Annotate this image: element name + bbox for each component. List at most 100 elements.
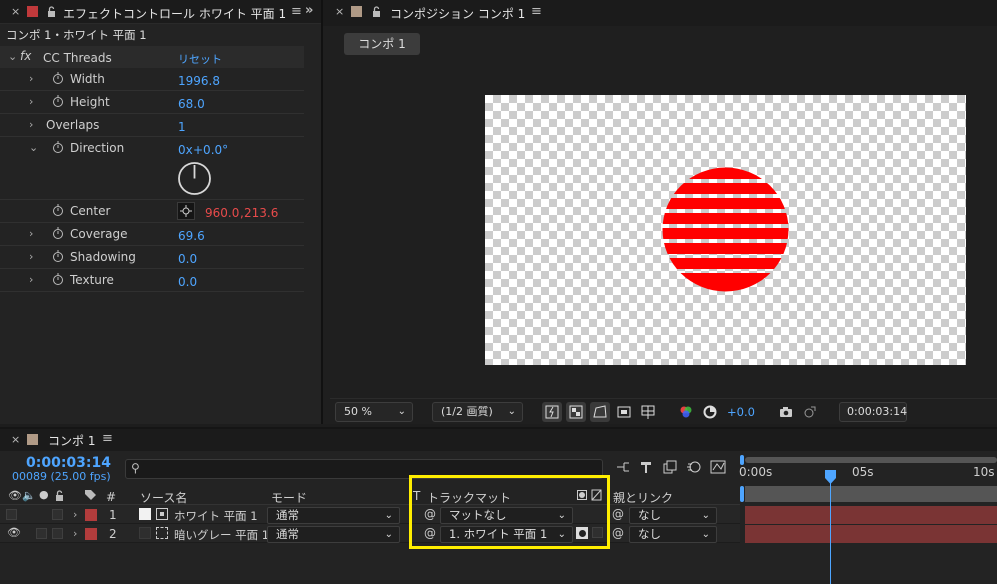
column-mode[interactable]: モード [271, 489, 307, 506]
param-value[interactable]: 1996.8 [178, 74, 220, 88]
lock-icon[interactable] [47, 6, 56, 17]
graph-editor-icon[interactable] [709, 458, 727, 476]
transparency-grid-button[interactable] [566, 402, 586, 422]
layer-name[interactable]: ホワイト 平面 1 [174, 508, 258, 524]
center-x-value[interactable]: 960.0 [205, 206, 239, 220]
zoom-value: 50 % [344, 405, 372, 418]
chevron-down-icon[interactable]: ⌄ [29, 141, 38, 154]
lock-toggle[interactable] [52, 509, 63, 520]
camera-snapshot-icon[interactable] [777, 403, 795, 421]
eye-icon[interactable]: 👁 [8, 489, 22, 502]
solo-icon[interactable]: ● [39, 488, 49, 501]
eye-icon[interactable]: 👁 [7, 526, 21, 539]
close-tab-button[interactable]: × [335, 5, 344, 18]
timeline-timecode[interactable]: 0:00:03:14 [26, 455, 111, 471]
mask-visibility-button[interactable] [590, 402, 610, 422]
chevron-right-icon[interactable]: › [29, 250, 33, 263]
label-color-red[interactable] [85, 509, 97, 521]
video-toggle[interactable] [6, 509, 17, 520]
grid-guides-icon[interactable] [639, 403, 657, 421]
chevron-down-icon[interactable]: ⌄ [8, 50, 17, 63]
parent-pick-whip-icon[interactable]: @ [612, 507, 624, 521]
stopwatch-icon[interactable] [52, 204, 64, 216]
panel-menu-icon[interactable]: ≡ [531, 4, 542, 19]
work-area-bar[interactable] [745, 457, 997, 463]
panel-menu-icon[interactable]: ≡ [102, 431, 113, 446]
composition-mini-flowchart-icon[interactable] [614, 458, 632, 476]
param-value[interactable]: 68.0 [178, 97, 205, 111]
chevron-right-icon[interactable]: › [29, 95, 33, 108]
current-time-display[interactable]: 0:00:03:14 [839, 402, 907, 422]
audio-icon[interactable]: 🔈 [22, 489, 36, 502]
stopwatch-icon[interactable] [52, 273, 64, 285]
parent-value: なし [638, 508, 661, 522]
stopwatch-icon[interactable] [52, 141, 64, 153]
reset-link[interactable]: リセット [178, 51, 222, 67]
param-value-revolutions[interactable]: 0x [178, 143, 193, 157]
layer-duration-bar[interactable] [745, 525, 997, 543]
column-source-name[interactable]: ソース名 [140, 489, 187, 506]
navigator-start-handle[interactable] [740, 486, 744, 502]
zoom-dropdown[interactable]: 50 % ⌄ [335, 402, 413, 422]
close-tab-button[interactable]: × [11, 5, 20, 18]
exposure-value[interactable]: +0.0 [727, 405, 755, 419]
blend-mode-dropdown[interactable]: 通常 ⌄ [267, 526, 400, 543]
center-y-value[interactable]: 213.6 [244, 206, 278, 220]
chevron-right-icon[interactable]: › [29, 273, 33, 286]
work-area-start-handle[interactable] [740, 455, 744, 465]
resolution-dropdown[interactable]: (1/2 画質) ⌄ [432, 402, 523, 422]
lock-toggle[interactable] [52, 528, 63, 539]
playhead-line[interactable] [830, 470, 831, 584]
playhead-marker-icon[interactable] [824, 469, 837, 485]
solo-toggle[interactable] [36, 528, 47, 539]
label-color-red[interactable] [85, 528, 97, 540]
chevron-right-icon[interactable]: › [29, 227, 33, 240]
param-value[interactable]: 1 [178, 120, 186, 134]
param-value-degrees[interactable]: +0.0° [193, 143, 228, 157]
frame-blending-icon[interactable] [661, 458, 679, 476]
crosshair-icon[interactable] [177, 202, 195, 220]
chevron-right-icon[interactable]: › [73, 508, 77, 521]
panel-menu-icon[interactable]: ≡ [291, 4, 302, 19]
stopwatch-icon[interactable] [52, 227, 64, 239]
shy-layers-icon[interactable] [637, 458, 655, 476]
fx-icon[interactable]: fx [20, 49, 31, 63]
layer-duration-bar[interactable] [745, 506, 997, 524]
motion-blur-icon[interactable] [685, 458, 703, 476]
channel-rgb-icon[interactable] [677, 403, 695, 421]
stopwatch-icon[interactable] [52, 95, 64, 107]
param-value[interactable]: 69.6 [178, 229, 205, 243]
stopwatch-icon[interactable] [52, 250, 64, 262]
chevron-right-icon[interactable]: › [29, 118, 33, 131]
reset-exposure-icon[interactable] [701, 403, 719, 421]
parent-dropdown[interactable]: なし ⌄ [629, 526, 717, 543]
layer-name[interactable]: 暗いグレー 平面 1 [174, 527, 269, 543]
comp-subtab[interactable]: コンポ 1 [344, 33, 420, 55]
lock-icon[interactable] [372, 6, 381, 17]
stopwatch-icon[interactable] [52, 72, 64, 84]
parent-dropdown[interactable]: なし ⌄ [629, 507, 717, 524]
column-parent-link[interactable]: 親とリンク [613, 489, 673, 506]
region-of-interest-icon[interactable] [615, 403, 633, 421]
lock-icon[interactable] [55, 490, 64, 501]
param-value[interactable]: 0.0 [178, 275, 197, 289]
timeline-tab-title[interactable]: コンポ 1 [48, 432, 95, 449]
parent-pick-whip-icon[interactable]: @ [612, 526, 624, 540]
angle-dial[interactable] [177, 161, 212, 196]
show-snapshot-icon[interactable] [800, 403, 818, 421]
effect-controls-tab-title[interactable]: エフェクトコントロール ホワイト 平面 1 [63, 5, 286, 22]
blend-mode-value: 通常 [276, 527, 299, 541]
chevron-right-icon[interactable]: › [73, 527, 77, 540]
param-row-height [0, 91, 304, 114]
label-tag-icon[interactable] [84, 489, 97, 501]
chevron-down-icon: ⌄ [384, 529, 393, 540]
blend-mode-dropdown[interactable]: 通常 ⌄ [267, 507, 400, 524]
chevron-right-icon[interactable]: › [29, 72, 33, 85]
param-name: Shadowing [70, 250, 136, 264]
fast-preview-button[interactable] [542, 402, 562, 422]
composition-tab-title[interactable]: コンポジション コンポ 1 [390, 5, 525, 22]
overflow-tabs-icon[interactable]: » [305, 3, 313, 18]
param-value[interactable]: 0.0 [178, 252, 197, 266]
close-tab-button[interactable]: × [11, 433, 20, 446]
time-navigator[interactable] [745, 486, 997, 502]
